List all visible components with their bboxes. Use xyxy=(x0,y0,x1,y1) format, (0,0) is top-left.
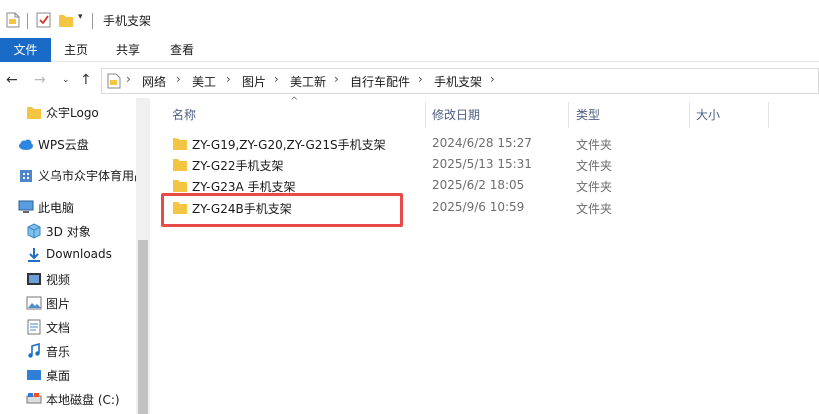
crumb-meigong[interactable]: 美工 xyxy=(192,73,216,90)
navigation-pane: 众宇Logo WPS云盘 义乌市众宇体育用品 此电脑 3D 对象 Downloa… xyxy=(0,98,150,414)
sidebar-item-pictures[interactable]: 图片 xyxy=(0,292,136,314)
cube-icon xyxy=(27,223,41,239)
desktop-icon xyxy=(27,370,41,380)
sidebar-item-music[interactable]: 音乐 xyxy=(0,340,136,362)
sidebar-item-documents[interactable]: 文档 xyxy=(0,316,136,338)
new-folder-icon[interactable] xyxy=(58,12,74,28)
crumb-phone-holder[interactable]: 手机支架 xyxy=(434,73,482,90)
drive-icon xyxy=(26,393,42,404)
file-row[interactable]: ZY-G19,ZY-G20,ZY-G21S手机支架 2024/6/28 15:2… xyxy=(172,133,812,154)
ribbon-tabs: 文件 主页 共享 查看 xyxy=(0,38,819,62)
address-file-icon xyxy=(107,73,121,89)
sidebar-item-zhongyu-logo[interactable]: 众宇Logo xyxy=(0,101,136,123)
column-header-type[interactable]: 类型 xyxy=(576,106,600,123)
crumb-pictures[interactable]: 图片 xyxy=(242,73,266,90)
video-icon xyxy=(27,273,41,285)
download-icon xyxy=(28,248,40,262)
building-icon xyxy=(20,170,32,182)
sidebar-item-wps-cloud[interactable]: WPS云盘 xyxy=(0,133,136,155)
quick-access-dropdown-icon[interactable]: ▾ xyxy=(78,12,83,22)
column-divider[interactable] xyxy=(425,102,426,128)
crumb-separator[interactable]: › xyxy=(126,72,131,86)
tab-file[interactable]: 文件 xyxy=(0,38,51,62)
address-bar[interactable]: › 网络 › 美工 › 图片 › 美工新 › 自行车配件 › 手机支架 › xyxy=(101,68,819,94)
red-highlight-box xyxy=(161,193,403,227)
sidebar-item-videos[interactable]: 视频 xyxy=(0,268,136,290)
tab-view[interactable]: 查看 xyxy=(162,38,202,62)
properties-check-icon[interactable] xyxy=(36,12,52,28)
document-icon xyxy=(27,319,41,335)
crumb-bike-parts[interactable]: 自行车配件 xyxy=(350,73,410,90)
back-arrow-icon[interactable]: ← xyxy=(6,72,18,88)
sidebar-item-3d-objects[interactable]: 3D 对象 xyxy=(0,220,136,242)
sidebar-item-local-disk-c[interactable]: 本地磁盘 (C:) xyxy=(0,388,136,410)
music-icon xyxy=(28,343,40,358)
sidebar-scrollbar-thumb[interactable] xyxy=(138,240,148,414)
sidebar-item-desktop[interactable]: 桌面 xyxy=(0,364,136,386)
sidebar-item-downloads[interactable]: Downloads xyxy=(0,244,136,266)
crumb-separator[interactable]: › xyxy=(226,72,231,86)
column-header-name[interactable]: 名称 xyxy=(172,106,196,123)
file-row[interactable]: ZY-G22手机支架 2025/5/13 15:31 文件夹 xyxy=(172,154,812,175)
sidebar-item-this-pc[interactable]: 此电脑 xyxy=(0,196,136,218)
cloud-icon xyxy=(19,139,33,150)
title-bar: ▾ 手机支架 xyxy=(0,0,819,38)
column-divider[interactable] xyxy=(768,102,769,128)
window-title: 手机支架 xyxy=(103,14,152,28)
folder-icon xyxy=(173,137,187,150)
tab-home[interactable]: 主页 xyxy=(56,38,96,62)
forward-arrow-icon[interactable]: → xyxy=(34,72,46,88)
folder-icon xyxy=(27,107,41,119)
crumb-network[interactable]: 网络 xyxy=(142,73,166,90)
folder-icon xyxy=(173,159,187,171)
sidebar-item-company[interactable]: 义乌市众宇体育用品 xyxy=(0,164,136,186)
computer-icon xyxy=(18,200,34,213)
column-divider[interactable] xyxy=(689,102,690,128)
folder-icon xyxy=(173,180,187,192)
crumb-separator[interactable]: › xyxy=(418,72,423,86)
picture-icon xyxy=(26,296,42,310)
crumb-separator[interactable]: › xyxy=(490,72,495,86)
crumb-separator[interactable]: › xyxy=(274,72,279,86)
column-divider[interactable] xyxy=(568,102,569,128)
crumb-meigong-new[interactable]: 美工新 xyxy=(290,73,326,90)
crumb-separator[interactable]: › xyxy=(176,72,181,86)
tab-share[interactable]: 共享 xyxy=(108,38,148,62)
navigation-bar: ← → ⌄ ↑ › 网络 › 美工 › 图片 › 美工新 › 自行车配件 › 手… xyxy=(0,62,819,98)
file-icon[interactable] xyxy=(6,12,20,28)
crumb-separator[interactable]: › xyxy=(334,72,339,86)
column-header-size[interactable]: 大小 xyxy=(696,106,720,123)
sort-ascending-icon: ^ xyxy=(290,96,299,107)
up-arrow-icon[interactable]: ↑ xyxy=(80,72,92,88)
recent-locations-icon[interactable]: ⌄ xyxy=(62,75,70,85)
column-header-date[interactable]: 修改日期 xyxy=(432,106,480,123)
